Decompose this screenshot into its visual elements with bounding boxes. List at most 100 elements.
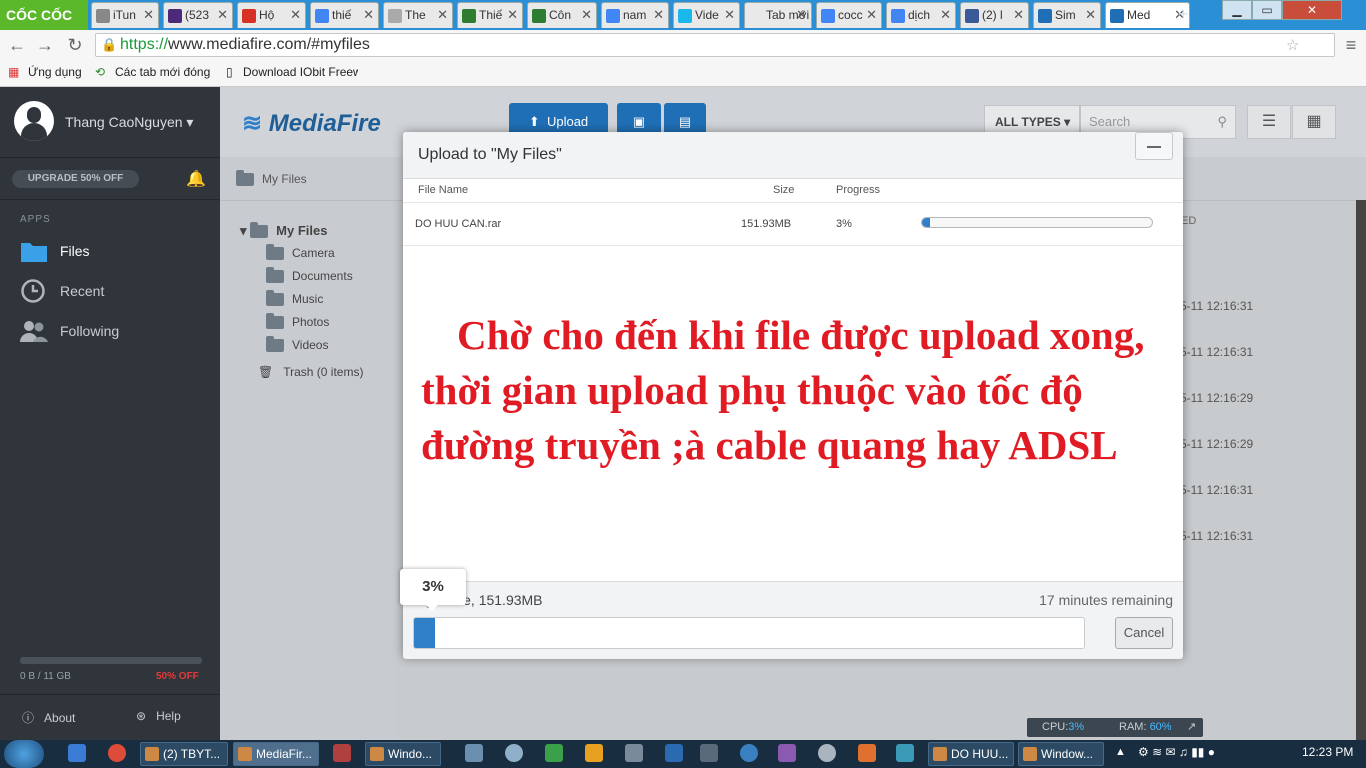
upgrade-button[interactable]: UPGRADE 50% OFF: [12, 170, 139, 188]
caret-down-icon: ▾: [240, 223, 247, 238]
app-icon[interactable]: [778, 744, 796, 762]
list-icon: ☰: [1261, 113, 1277, 130]
app-icon[interactable]: [465, 744, 483, 762]
cancel-button[interactable]: Cancel: [1115, 617, 1173, 649]
sidebar-item-recent[interactable]: Recent: [20, 277, 210, 305]
tab-item[interactable]: iTun ✕: [91, 2, 159, 28]
close-tab-icon[interactable]: ✕: [581, 3, 592, 27]
scrollbar[interactable]: [1356, 200, 1366, 740]
url-text: https://www.mediafire.com/#myfiles: [120, 36, 370, 53]
app-icon[interactable]: [858, 744, 876, 762]
breadcrumb-my-files[interactable]: My Files: [236, 170, 307, 187]
sidebar-item-label: Recent: [60, 283, 105, 299]
menu-icon[interactable]: ≡: [1340, 34, 1362, 56]
close-tab-icon[interactable]: ✕: [363, 3, 374, 27]
tab-item[interactable]: nam ✕: [601, 2, 669, 28]
app-icon[interactable]: [896, 744, 914, 762]
close-tab-icon[interactable]: ✕: [940, 3, 951, 27]
app-icon[interactable]: [585, 744, 603, 762]
tree-item-folder[interactable]: Music: [266, 290, 323, 307]
column-file-name: File Name: [418, 184, 469, 196]
taskbar-item-explorer[interactable]: Windo...: [365, 742, 441, 766]
browser-logo[interactable]: CỐC CỐC: [0, 0, 88, 30]
minimize-dialog-button[interactable]: [1135, 132, 1173, 160]
close-tab-icon[interactable]: ✕: [217, 3, 228, 27]
tab-item[interactable]: Sim ✕: [1033, 2, 1101, 28]
ie-icon[interactable]: [68, 744, 86, 762]
user-menu[interactable]: Thang CaoNguyen ▾: [14, 101, 214, 145]
back-arrow-icon[interactable]: ←: [6, 34, 28, 56]
app-icon[interactable]: [545, 744, 563, 762]
tab-item[interactable]: Hộ ✕: [237, 2, 306, 28]
close-tab-icon[interactable]: ✕: [290, 3, 301, 27]
taskbar-item-winrar[interactable]: DO HUU...: [928, 742, 1014, 766]
bell-icon[interactable]: 🔔: [186, 169, 206, 189]
close-tab-icon[interactable]: ✕: [437, 3, 448, 27]
taskbar-item-firefox[interactable]: (2) TBYT...: [140, 742, 228, 766]
lock-icon: 🔒: [101, 37, 118, 52]
restore-window-button[interactable]: ▭: [1252, 0, 1282, 20]
tab-item[interactable]: dịch ✕: [886, 2, 956, 28]
tab-item[interactable]: Côn ✕: [527, 2, 597, 28]
system-monitor-widget[interactable]: CPU:3% RAM: 60% ↗: [1027, 718, 1203, 737]
avatar: [14, 101, 54, 141]
tab-item[interactable]: (2) l ✕: [960, 2, 1029, 28]
sidebar-item-following[interactable]: Following: [20, 317, 210, 345]
tab-label: (2) l: [982, 8, 1003, 22]
tree-item-folder[interactable]: Videos: [266, 336, 328, 353]
app-icon[interactable]: [665, 744, 683, 762]
minimize-window-button[interactable]: ▁: [1222, 0, 1252, 20]
quota-offer-badge[interactable]: 50% OFF: [156, 671, 199, 682]
tree-item-folder[interactable]: Documents: [266, 267, 353, 284]
address-bar[interactable]: 🔒 https://www.mediafire.com/#myfiles ☆: [95, 33, 1335, 57]
app-icon[interactable]: [740, 744, 758, 762]
taskbar-item-mediafire[interactable]: MediaFir...: [233, 742, 319, 766]
close-tab-icon[interactable]: ✕: [143, 3, 154, 27]
mediafire-logo[interactable]: ≋ MediaFire: [242, 109, 381, 138]
close-tab-icon[interactable]: ✕: [796, 3, 807, 27]
bookmark-iobit[interactable]: Download IObit Freew: [243, 65, 358, 79]
close-tab-icon[interactable]: ✕: [1013, 3, 1024, 27]
tab-label: nam: [623, 8, 647, 22]
taskbar-clock[interactable]: 12:23 PM: [1302, 745, 1353, 759]
forward-arrow-icon[interactable]: →: [34, 34, 56, 56]
close-tab-icon[interactable]: ✕: [866, 3, 877, 27]
tab-item[interactable]: (523 ✕: [163, 2, 233, 28]
tab-item[interactable]: Vide ✕: [673, 2, 740, 28]
tab-item[interactable]: Thiế ✕: [457, 2, 523, 28]
app-icon[interactable]: [818, 744, 836, 762]
tab-item[interactable]: The ✕: [383, 2, 453, 28]
start-button[interactable]: [4, 740, 44, 768]
close-tab-icon[interactable]: ✕: [1085, 3, 1096, 27]
bookmark-apps[interactable]: Ứng dụng: [28, 65, 82, 79]
close-window-button[interactable]: ✕: [1282, 0, 1342, 20]
tray-expand-icon[interactable]: ▲: [1115, 746, 1126, 758]
tree-item-trash[interactable]: 🗑 Trash (0 items): [258, 365, 363, 379]
new-tab-button[interactable]: +: [1178, 4, 1189, 25]
bookmark-recent-tabs[interactable]: Các tab mới đóng: [115, 65, 210, 79]
close-tab-icon[interactable]: ✕: [507, 3, 518, 27]
tab-item[interactable]: cocc ✕: [816, 2, 882, 28]
app-icon[interactable]: [333, 744, 351, 762]
tree-item-folder[interactable]: Camera: [266, 244, 335, 261]
list-view-button[interactable]: ☰: [1247, 105, 1291, 139]
tab-item[interactable]: thiế ✕: [310, 2, 379, 28]
help-link[interactable]: ⊛ Help: [136, 709, 181, 723]
tree-item-folder[interactable]: Photos: [266, 313, 329, 330]
app-icon[interactable]: [505, 744, 523, 762]
about-link[interactable]: ⓘ About: [22, 709, 75, 726]
folder-icon: [266, 313, 284, 330]
close-tab-icon[interactable]: ✕: [724, 3, 735, 27]
sidebar-item-files[interactable]: Files: [20, 237, 210, 265]
grid-view-button[interactable]: ▦: [1292, 105, 1336, 139]
app-icon[interactable]: [700, 744, 718, 762]
tab-item[interactable]: Tab mới ✕: [744, 2, 812, 28]
taskbar-item-window[interactable]: Window...: [1018, 742, 1104, 766]
chrome-icon[interactable]: [108, 744, 126, 762]
star-icon[interactable]: ☆: [1286, 36, 1299, 54]
reload-icon[interactable]: ↻: [64, 34, 86, 56]
app-icon[interactable]: [625, 744, 643, 762]
tray-icons[interactable]: ⚙ ≋ ✉ ♫ ▮▮ ●: [1138, 745, 1215, 759]
close-tab-icon[interactable]: ✕: [653, 3, 664, 27]
tree-root-my-files[interactable]: ▾ My Files: [240, 222, 327, 239]
